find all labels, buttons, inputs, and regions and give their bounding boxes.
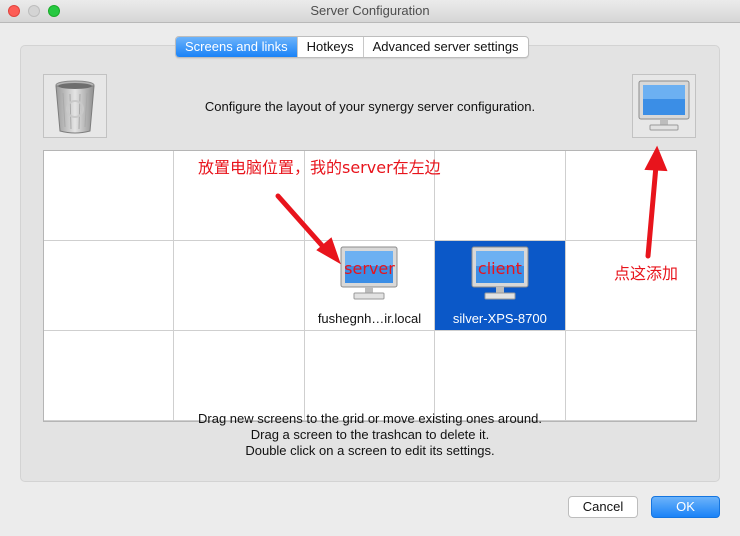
tab-advanced-server-settings[interactable]: Advanced server settings [362,37,528,57]
title-bar: Server Configuration [0,0,740,23]
grid-cell[interactable] [435,331,566,421]
grid-cell[interactable] [565,241,696,331]
trash-can-icon [55,80,95,134]
description-text: Configure the layout of your synergy ser… [204,99,536,114]
grid-cell[interactable] [44,151,175,241]
monitor-icon [638,80,690,131]
trash-can[interactable] [43,74,107,138]
grid-cell[interactable] [44,331,175,421]
annotation-note-top: 放置电脑位置，我的server在左边 [198,158,441,177]
grid-cell-client[interactable]: client silver-XPS-8700 [435,241,566,331]
grid-cell[interactable] [304,331,436,421]
grid-cell[interactable] [44,241,175,331]
annotation-note-add: 点这添加 [614,264,679,283]
grid-cell-server[interactable]: server fushegnh…ir.local [304,241,436,331]
server-screen[interactable]: server fushegnh…ir.local [305,245,434,326]
client-screen[interactable]: client silver-XPS-8700 [435,245,564,326]
screen-grid[interactable]: server fushegnh…ir.local client silver-X… [43,150,697,422]
grid-cell[interactable] [565,151,696,241]
cancel-button[interactable]: Cancel [568,496,638,518]
help-line: Drag a screen to the trashcan to delete … [250,427,490,442]
tab-screens-and-links[interactable]: Screens and links [176,37,297,57]
grid-cell[interactable] [174,241,305,331]
tab-bar: Screens and links Hotkeys Advanced serve… [175,36,529,58]
new-screen-source[interactable] [632,74,696,138]
tab-hotkeys[interactable]: Hotkeys [296,37,363,57]
grid-cell[interactable] [435,151,566,241]
window-title: Server Configuration [310,3,430,18]
client-screen-label: silver-XPS-8700 [452,311,547,326]
grid-cell[interactable] [565,331,696,421]
help-text: Drag new screens to the grid or move exi… [43,411,697,459]
ok-button[interactable]: OK [651,496,720,518]
grid-cell[interactable] [174,331,305,421]
help-line: Drag new screens to the grid or move exi… [198,411,542,426]
server-annotation-label: server [344,259,395,278]
server-screen-label: fushegnh…ir.local [317,311,422,326]
client-annotation-label: client [477,259,522,278]
help-line: Double click on a screen to edit its set… [245,443,495,458]
